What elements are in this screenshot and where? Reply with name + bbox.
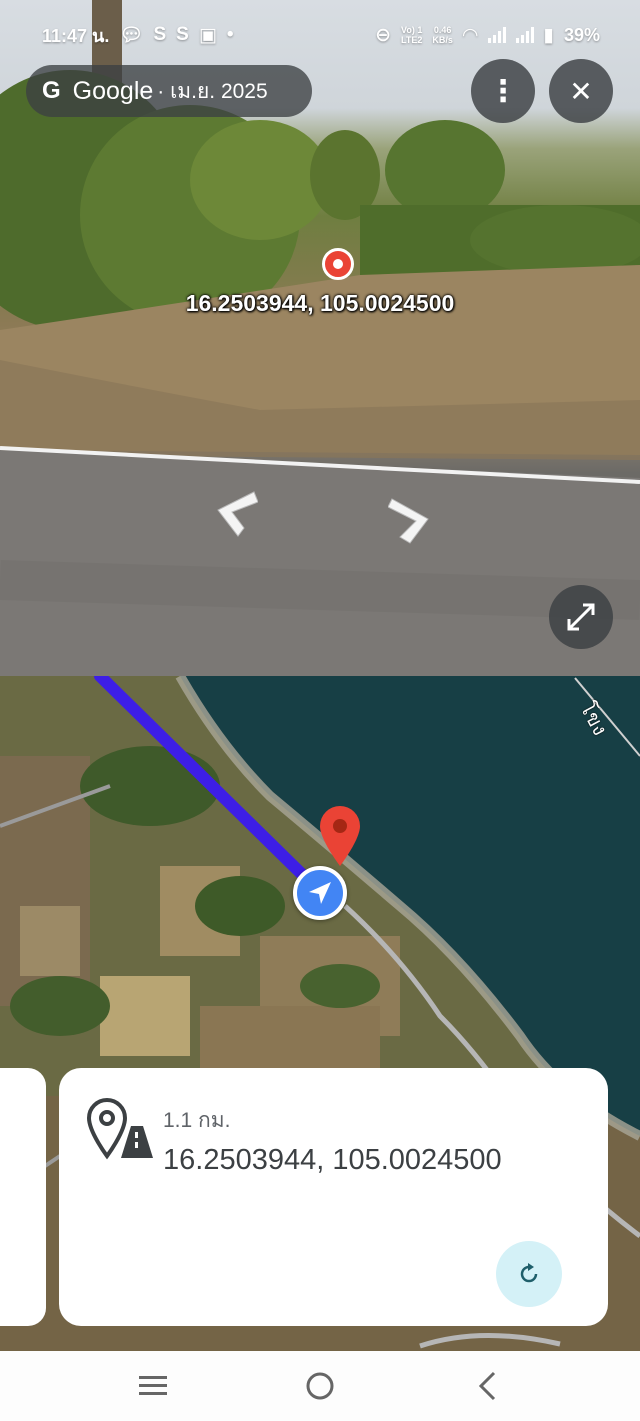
s-app-icon: S <box>176 24 189 45</box>
signal-icon <box>515 27 534 43</box>
recent-apps-button[interactable] <box>123 1361 183 1411</box>
refresh-button[interactable] <box>496 1241 562 1307</box>
dot-icon: • <box>226 24 234 45</box>
previous-card-peek[interactable] <box>0 1068 46 1326</box>
destination-pin-icon[interactable] <box>318 806 362 868</box>
expand-button[interactable] <box>549 585 613 649</box>
chat-bubble-icon: 💬︎ <box>119 25 144 46</box>
google-g-icon: G <box>42 77 61 104</box>
chip-date: · เม.ย. 2025 <box>157 79 268 103</box>
current-location-icon <box>293 866 347 920</box>
expand-icon <box>567 603 595 631</box>
battery-level: 39% <box>563 24 600 45</box>
chip-brand: Google <box>72 76 154 105</box>
do-not-disturb-icon: ⊖ <box>375 24 392 46</box>
volte-indicator: Vo) 1 LTE2 <box>401 25 423 45</box>
navigate-left-arrow-icon[interactable] <box>214 490 258 538</box>
google-attribution-chip[interactable]: G Google · เม.ย. 2025 <box>26 65 312 117</box>
street-view-panel[interactable]: 11:47 น. 💬︎ S S ▣ • ⊖ Vo) 1 LTE2 0.46 KB… <box>0 0 640 676</box>
back-button[interactable] <box>457 1361 517 1411</box>
status-bar-right: ⊖ Vo) 1 LTE2 0.46 KB/s ◠ ▮ 39% <box>375 24 600 47</box>
refresh-icon <box>520 1263 538 1283</box>
recent-apps-icon <box>139 1376 168 1395</box>
coordinates-text: 16.2503944, 105.0024500 <box>163 1144 502 1176</box>
navigate-right-arrow-icon[interactable] <box>388 497 432 545</box>
close-icon: ✕ <box>569 75 593 107</box>
street-view-coordinates: 16.2503944, 105.0024500 <box>185 290 455 316</box>
more-options-button[interactable]: ⋮ <box>471 59 535 123</box>
location-marker-icon <box>322 248 354 280</box>
network-speed: 0.46 KB/s <box>432 25 453 45</box>
back-chevron-icon <box>478 1371 495 1401</box>
status-bar-left: 11:47 น. 💬︎ S S ▣ • <box>42 21 233 50</box>
battery-icon: ▮ <box>543 24 554 46</box>
status-bar: 11:47 น. 💬︎ S S ▣ • ⊖ Vo) 1 LTE2 0.46 KB… <box>0 0 640 70</box>
home-circle-icon <box>306 1372 334 1400</box>
home-button[interactable] <box>290 1361 350 1411</box>
location-info-card[interactable]: 1.1 กม. 16.2503944, 105.0024500 <box>59 1068 608 1326</box>
navigation-arrow-icon <box>309 882 331 904</box>
s-app-icon: S <box>153 24 167 45</box>
clock: 11:47 น. <box>42 25 110 46</box>
more-vert-icon: ⋮ <box>488 74 518 108</box>
signal-icon <box>487 27 506 43</box>
close-button[interactable]: ✕ <box>549 59 613 123</box>
system-navigation-bar <box>0 1351 640 1421</box>
wifi-icon: ◠ <box>462 24 478 46</box>
sticker-app-icon: ▣ <box>198 24 217 46</box>
distance-text: 1.1 กม. <box>163 1109 231 1132</box>
location-road-icon <box>87 1098 153 1160</box>
